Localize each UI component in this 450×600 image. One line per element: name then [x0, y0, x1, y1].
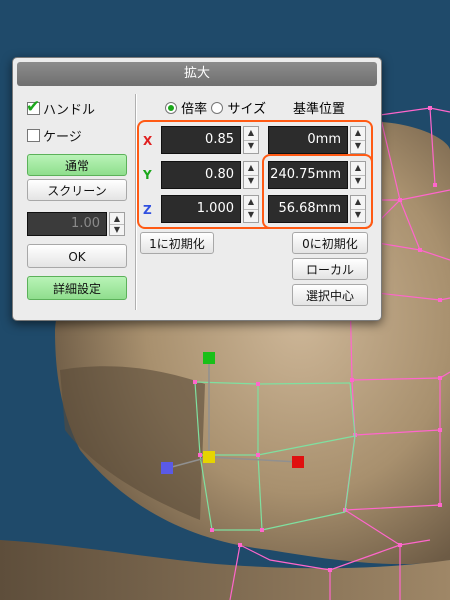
handle-checkbox-box[interactable]: ✔ — [26, 97, 40, 117]
gizmo-center-handle[interactable] — [203, 451, 215, 463]
gizmo-y-handle[interactable] — [203, 352, 215, 364]
scale-dialog: 拡大 ✔ ハンドル ケージ 通常 スクリーン 1.00 ▲ ▼ OK 詳細設定 … — [12, 57, 382, 321]
radio-size[interactable] — [211, 102, 224, 114]
checkmark-icon: ✔ — [26, 97, 41, 117]
radio-ratio[interactable] — [165, 102, 177, 114]
gizmo-x-handle[interactable] — [292, 456, 304, 468]
radio-size-label: サイズ — [227, 102, 267, 117]
handle-checkbox[interactable]: ✔ ハンドル — [26, 97, 96, 118]
handle-checkbox-label: ハンドル — [43, 103, 96, 118]
ok-button[interactable]: OK — [27, 244, 127, 268]
selection-center-button[interactable]: 選択中心 — [292, 284, 368, 306]
base-position-header: 基準位置 — [293, 102, 346, 117]
dialog-title[interactable]: 拡大 — [17, 62, 377, 86]
value-spinner[interactable]: ▲ ▼ — [109, 212, 125, 236]
cage-checkbox-box[interactable] — [27, 129, 40, 142]
gizmo-z-handle[interactable] — [161, 462, 173, 474]
radio-ratio-label: 倍率 — [181, 102, 208, 117]
base-highlight — [262, 154, 373, 229]
spin-down-icon[interactable]: ▼ — [110, 224, 124, 235]
screen-button[interactable]: スクリーン — [27, 179, 127, 201]
details-button[interactable]: 詳細設定 — [27, 276, 127, 300]
value-field[interactable]: 1.00 — [27, 212, 107, 236]
cage-checkbox[interactable]: ケージ — [27, 126, 82, 145]
cage-checkbox-label: ケージ — [43, 130, 82, 145]
local-button[interactable]: ローカル — [292, 258, 368, 280]
reset-to-1-button[interactable]: 1に初期化 — [140, 232, 214, 254]
reset-to-0-button[interactable]: 0に初期化 — [292, 232, 368, 254]
mode-radio-group: 倍率 サイズ — [165, 98, 266, 117]
normal-button[interactable]: 通常 — [27, 154, 127, 176]
